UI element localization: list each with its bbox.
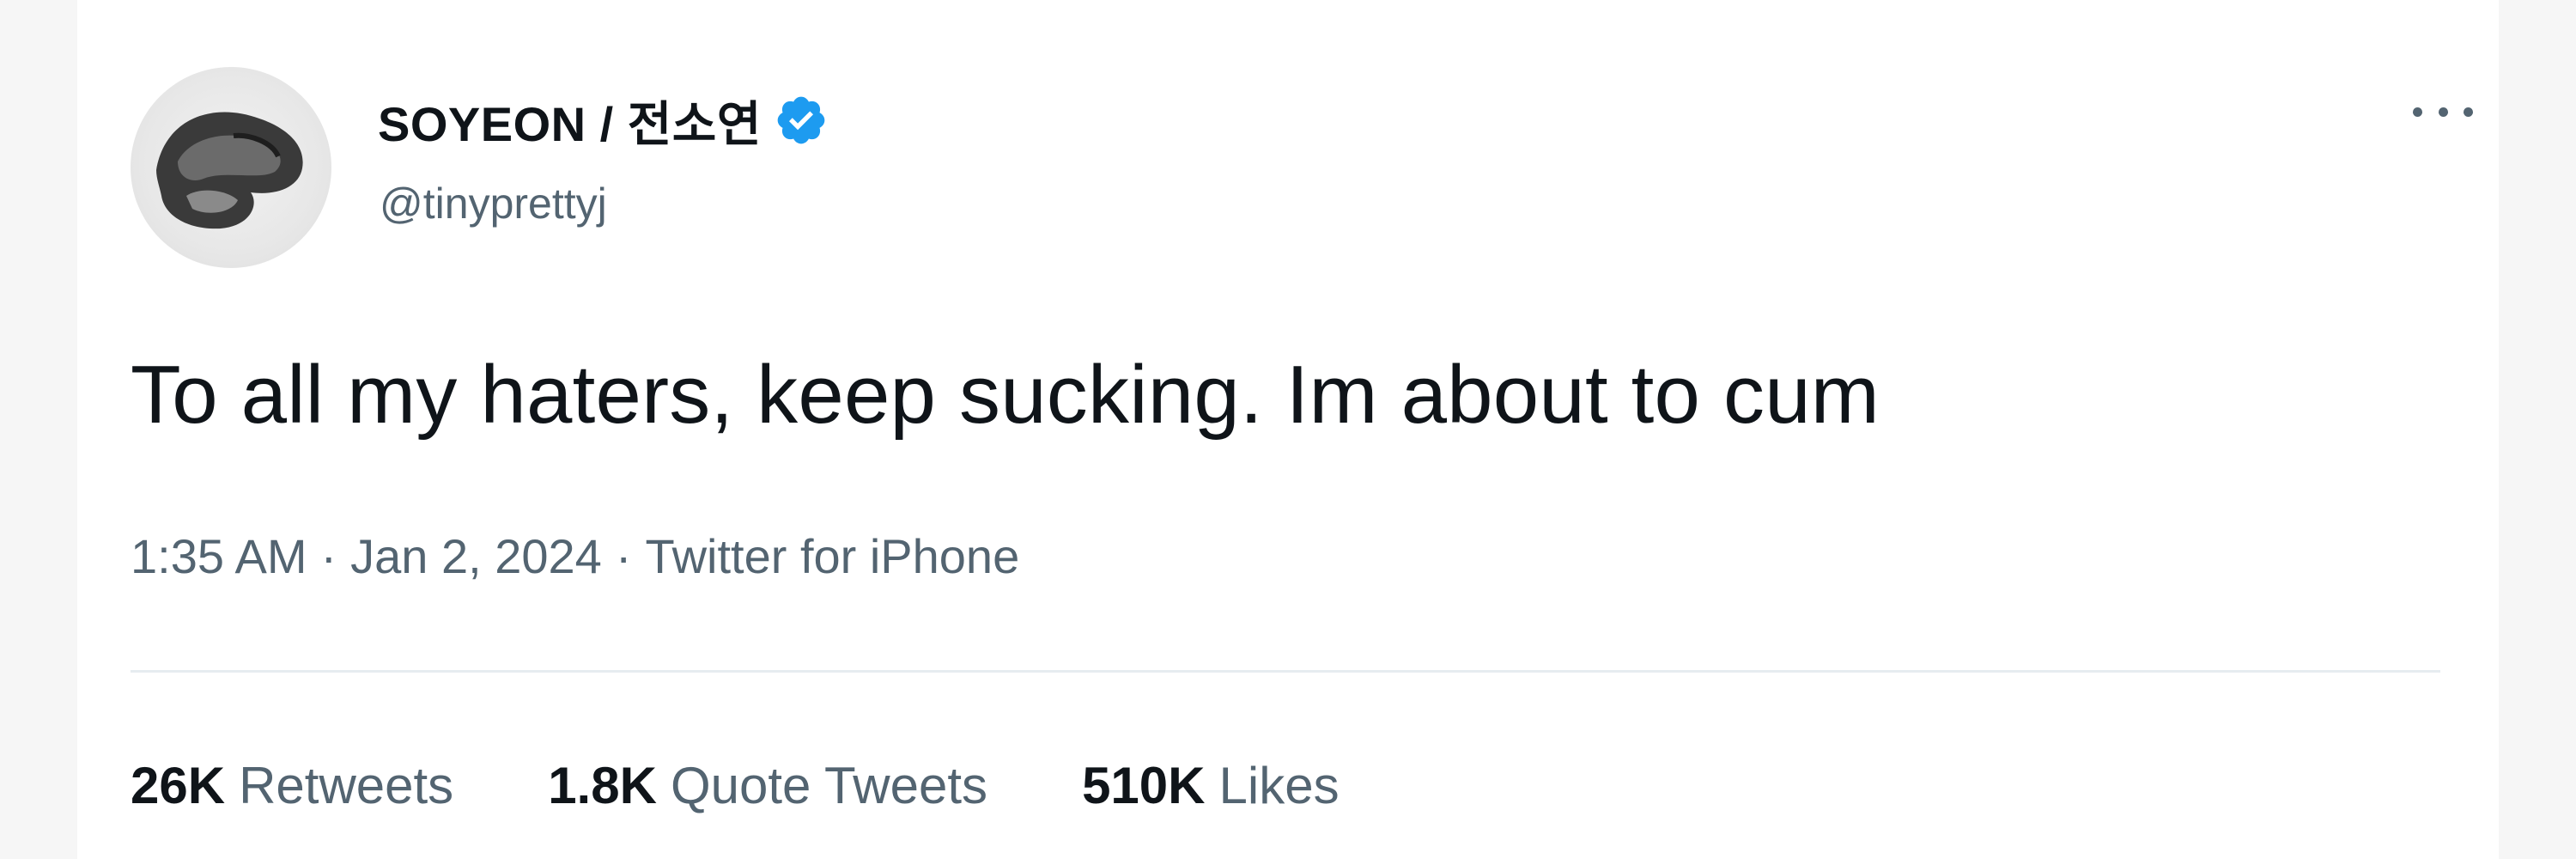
- display-name[interactable]: SOYEON / 전소연: [378, 86, 762, 155]
- more-options-button[interactable]: [2413, 94, 2473, 129]
- display-name-row: SOYEON / 전소연: [378, 86, 829, 155]
- likes-count: 510K: [1082, 757, 1206, 814]
- tweet-text: To all my haters, keep sucking. Im about…: [131, 349, 1880, 441]
- quote-tweets-stat[interactable]: 1.8K Quote Tweets: [548, 756, 987, 815]
- meta-separator: ·: [320, 529, 337, 583]
- more-horizontal-icon: [2464, 107, 2473, 117]
- divider: [131, 670, 2440, 673]
- avatar-image: [156, 112, 303, 229]
- tweet-time[interactable]: 1:35 AM: [131, 528, 307, 584]
- tweet-metadata: 1:35 AM · Jan 2, 2024 · Twitter for iPho…: [131, 528, 1019, 584]
- meta-separator: ·: [615, 529, 632, 583]
- tweet-source[interactable]: Twitter for iPhone: [645, 528, 1019, 584]
- retweets-count: 26K: [131, 757, 226, 814]
- verified-badge-icon: [774, 93, 829, 148]
- likes-stat[interactable]: 510K Likes: [1082, 756, 1340, 815]
- retweets-stat[interactable]: 26K Retweets: [131, 756, 453, 815]
- retweets-label: Retweets: [239, 757, 454, 814]
- user-handle[interactable]: @tinyprettyj: [380, 179, 607, 228]
- engagement-stats: 26K Retweets 1.8K Quote Tweets 510K Like…: [131, 756, 1434, 815]
- more-horizontal-icon: [2438, 107, 2448, 117]
- tweet-date[interactable]: Jan 2, 2024: [350, 528, 602, 584]
- quote-tweets-label: Quote Tweets: [670, 757, 988, 814]
- likes-label: Likes: [1218, 757, 1340, 814]
- quote-tweets-count: 1.8K: [548, 757, 657, 814]
- more-horizontal-icon: [2413, 107, 2422, 117]
- avatar[interactable]: [131, 67, 331, 268]
- tweet-card: SOYEON / 전소연 @tinyprettyj To all my hate…: [77, 0, 2499, 859]
